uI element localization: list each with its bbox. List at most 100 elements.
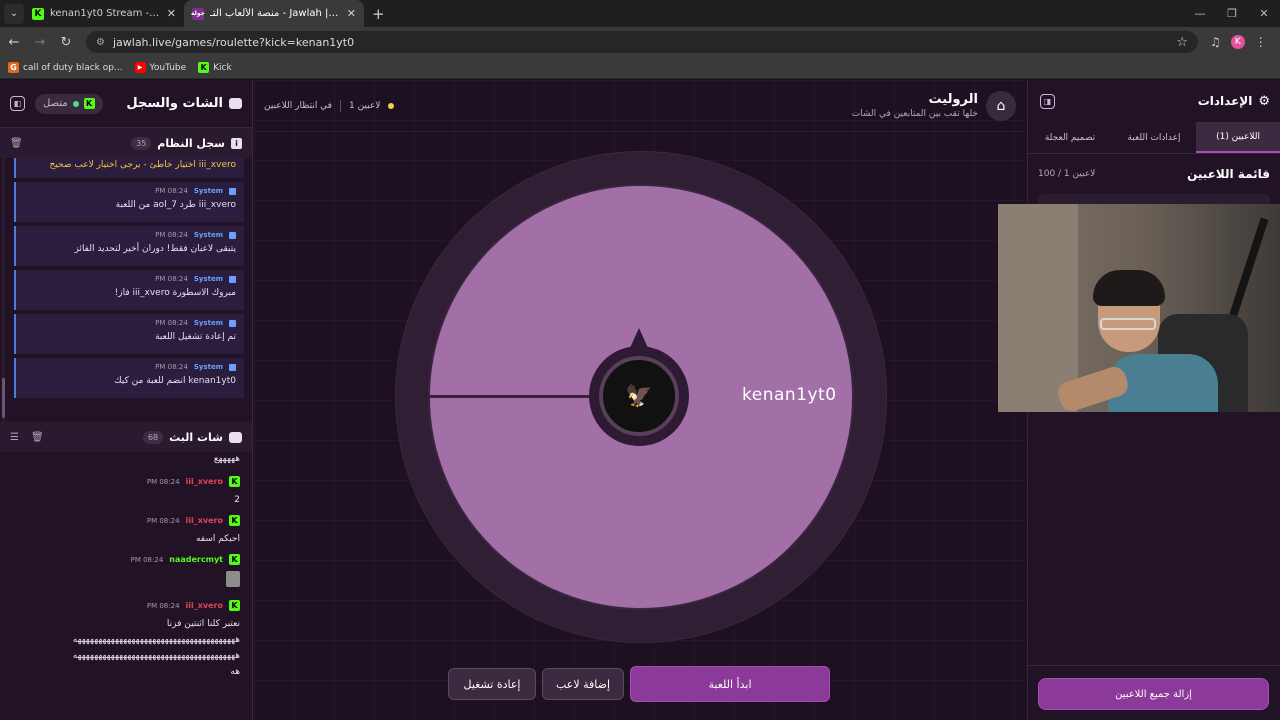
settings-title: الإعدادات	[1197, 94, 1253, 108]
clear-log-trash-icon[interactable]: 🗑	[10, 138, 23, 149]
system-log-item: System 08:24 PM تم إعادة تشغيل اللعبة	[14, 314, 244, 354]
waiting-status: في انتظار اللاعبين	[264, 100, 332, 111]
url-text[interactable]: jawlah.live/games/roulette?kick=kenan1yt…	[113, 36, 1176, 49]
system-log-item: System 08:24 PM يتبقى لاعبان فقط! دوران أ…	[14, 226, 244, 266]
wheel-player-label: kenan1yt0	[742, 385, 837, 405]
chat-panel-title: الشات والسجل	[126, 96, 223, 111]
app-root: ◧ متصل K الشات والسجل 🗑 35 سجل النظام i	[0, 80, 1280, 720]
chat-text: هههههع	[213, 454, 240, 464]
chat-message: Kiii_xvero 08:24 PM نعتبر كلنا اثنتين فزن…	[12, 600, 240, 677]
system-log-text: iii_xvero طرد 7_aol من اللعبة	[115, 200, 236, 210]
minimize-icon[interactable]: —	[1184, 0, 1216, 27]
forward-icon[interactable]: →	[28, 35, 52, 50]
browser-tab-kick[interactable]: K kenan1yt0 Stream - Watch Live ✕	[24, 0, 184, 27]
restore-icon[interactable]: ❐	[1216, 0, 1248, 27]
message-time: 08:24 PM	[130, 555, 164, 564]
tab-wheel-design[interactable]: تصميم العجلة	[1028, 122, 1112, 153]
chat-text: هههههههههههههههههههههههههههههههههههههههه	[72, 651, 240, 661]
collapse-panel-icon[interactable]: ◧	[10, 96, 25, 111]
bookmark-youtube[interactable]: ▶ YouTube	[134, 62, 186, 73]
system-log-scrollbar[interactable]	[2, 158, 5, 422]
profile-avatar[interactable]: K	[1230, 35, 1245, 49]
emote-image	[226, 571, 240, 587]
message-time: 08:24 PM	[155, 187, 188, 195]
chat-username[interactable]: iii_xvero	[186, 516, 223, 525]
chat-message: Knaadercmyt 08:24 PM	[12, 554, 240, 590]
system-log-text: iii_xvero اختيار خاطئ - يرجى اختيار لاعب…	[49, 160, 236, 170]
youtube-icon: ▶	[134, 62, 146, 73]
remove-all-players-button[interactable]: إزالة جميع اللاعبين	[1038, 678, 1269, 710]
home-icon: ⌂	[996, 97, 1006, 114]
browser-tab-jawlah[interactable]: جولة منصة الألعاب التـ - Jawlah | جولة ✕	[184, 0, 364, 27]
message-time: 08:24 PM	[155, 363, 188, 371]
chat-username[interactable]: iii_xvero	[186, 477, 223, 486]
reload-icon[interactable]: ↻	[54, 35, 78, 50]
close-tab-icon[interactable]: ✕	[167, 7, 176, 20]
jawlah-icon: جولة	[191, 7, 205, 20]
message-time: 08:24 PM	[155, 275, 188, 283]
settings-footer: إزالة جميع اللاعبين	[1028, 665, 1280, 720]
url-bar[interactable]: ⚙ jawlah.live/games/roulette?kick=kenan1…	[86, 31, 1198, 53]
close-window-icon[interactable]: ✕	[1248, 0, 1280, 27]
bookmark-cod[interactable]: G call of duty black op...	[8, 62, 123, 73]
align-icon[interactable]: ☰	[10, 432, 19, 443]
start-game-button[interactable]: ابدأ اللعبة	[630, 666, 830, 702]
player-count: 1 لاعبين	[348, 100, 381, 111]
message-time: 08:24 PM	[146, 601, 180, 610]
system-sender: System	[193, 187, 223, 195]
info-icon: i	[231, 137, 242, 149]
bookmark-star-icon[interactable]: ☆	[1176, 35, 1188, 50]
chat-text: هههههههههههههههههههههههههههههههههههههههه	[72, 635, 240, 645]
back-icon[interactable]: ←	[2, 35, 26, 50]
live-chat-list[interactable]: هههههع Kiii_xvero 08:24 PM 2 Kiii_xvero 08…	[0, 452, 252, 720]
restart-button[interactable]: إعادة تشغيل	[448, 668, 536, 700]
menu-icon[interactable]: ⋮	[1255, 35, 1267, 49]
player-list-count: 100 / 1 لاعبين	[1038, 169, 1096, 179]
bookmark-label: Kick	[213, 62, 232, 73]
live-chat-count: 68	[142, 430, 164, 444]
eagle-logo-icon: 🦅	[625, 383, 653, 409]
system-sender: System	[193, 275, 223, 283]
browser-tab-bar: ⌄ K kenan1yt0 Stream - Watch Live ✕ جولة…	[0, 0, 1280, 27]
kick-icon: K	[229, 476, 240, 487]
tab-search-button[interactable]: ⌄	[4, 3, 24, 24]
message-time: 08:24 PM	[146, 516, 180, 525]
cod-icon: G	[8, 62, 19, 73]
chat-message: Kiii_xvero 08:24 PM 2	[12, 476, 240, 505]
system-log-text: kenan1yt0 انضم للعبة من كيك	[114, 376, 236, 386]
system-log-item: iii_xvero اختيار خاطئ - يرجى اختيار لاعب…	[14, 158, 244, 178]
settings-header: ◨ الإعدادات ⚙	[1028, 80, 1280, 122]
system-log-list[interactable]: iii_xvero اختيار خاطئ - يرجى اختيار لاعب…	[0, 158, 252, 422]
chat-username[interactable]: naadercmyt	[169, 555, 223, 564]
tab-game-settings[interactable]: إعدادات اللعبة	[1112, 122, 1196, 153]
gear-icon: ⚙	[1258, 93, 1270, 109]
bookmark-kick[interactable]: K Kick	[198, 62, 232, 73]
chat-message: هههههع	[12, 454, 240, 464]
chat-text: هه	[230, 667, 240, 677]
connection-badge: متصل K	[35, 93, 103, 114]
game-status: في انتظار اللاعبين 1 لاعبين	[264, 99, 395, 112]
roulette-wheel[interactable]: kenan1yt0 🦅	[396, 152, 886, 642]
clear-chat-trash-icon[interactable]: 🗑	[31, 432, 44, 443]
player-list-header: 100 / 1 لاعبين قائمة اللاعبين	[1028, 154, 1280, 194]
kick-icon: K	[229, 515, 240, 526]
shield-icon	[229, 363, 236, 371]
tab-players[interactable]: اللاعبين (1)	[1196, 122, 1280, 153]
home-button[interactable]: ⌂	[986, 90, 1016, 121]
shield-icon	[229, 187, 236, 195]
chat-username[interactable]: iii_xvero	[186, 601, 223, 610]
system-log-item: System 08:24 PM iii_xvero طرد 7_aol من ال…	[14, 182, 244, 222]
system-sender: System	[193, 319, 223, 327]
close-tab-icon[interactable]: ✕	[347, 7, 356, 20]
add-player-button[interactable]: إضافة لاعب	[542, 668, 624, 700]
chat-icon	[229, 431, 242, 443]
system-log-text: تم إعادة تشغيل اللعبة	[155, 332, 236, 342]
wheel-hub[interactable]: 🦅	[589, 346, 689, 446]
live-chat-title: شات البث	[169, 430, 223, 444]
media-controls-icon[interactable]: ♫	[1210, 35, 1221, 49]
shield-icon	[229, 319, 236, 327]
player-list-title: قائمة اللاعبين	[1187, 167, 1270, 181]
collapse-panel-icon[interactable]: ◨	[1040, 93, 1055, 109]
site-info-icon[interactable]: ⚙	[96, 37, 105, 48]
new-tab-button[interactable]: +	[372, 5, 385, 23]
